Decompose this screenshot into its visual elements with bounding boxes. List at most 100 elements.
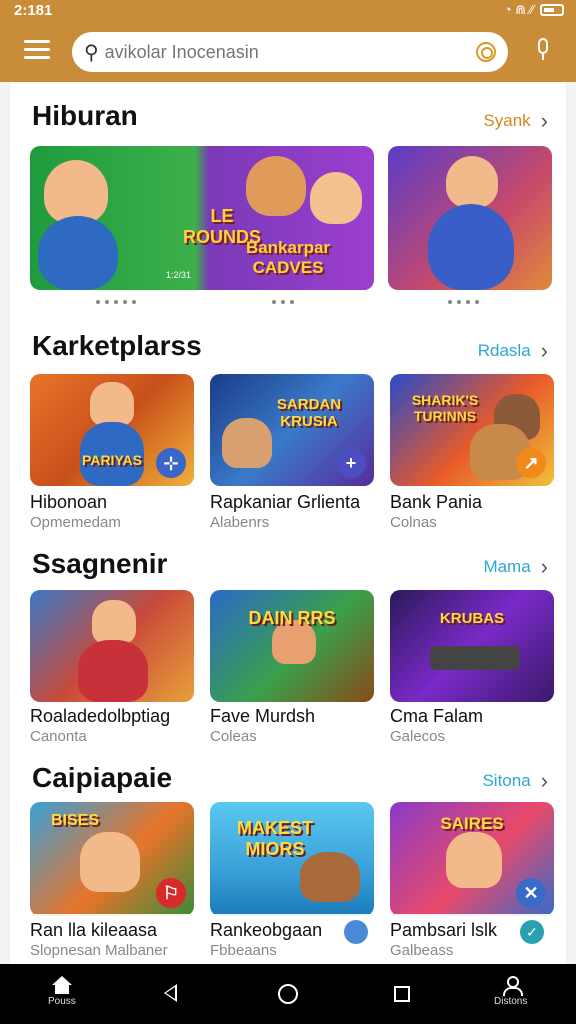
tile-campaign-2[interactable]: MAKEST MIORS (210, 802, 374, 916)
hero-art-subtitle: CADVES (252, 258, 324, 277)
tile-shop-1[interactable] (30, 590, 194, 702)
tile-subtitle: Fbbeaans (210, 942, 277, 959)
nav-system-home[interactable] (278, 984, 298, 1004)
tile-title[interactable]: Rankeobgaan (210, 920, 322, 941)
back-icon (164, 984, 177, 1002)
tile-badge-icon[interactable]: ✕ (516, 878, 546, 908)
tile-campaign-1[interactable]: BISES ⚐ (30, 802, 194, 916)
tile-subtitle: Slopnesan Malbaner (30, 942, 168, 959)
status-bar: 2:181 ◔ ⋒ ⁄⁄ (0, 0, 576, 22)
section-title-campaign: Caipiapaie (32, 762, 173, 793)
carousel-indicator (448, 300, 479, 304)
home-icon (51, 976, 73, 994)
tile-title[interactable]: Ran lla kileaasa (30, 920, 157, 941)
check-icon[interactable]: ✓ (520, 920, 544, 944)
tile-title[interactable]: Hibonoan (30, 492, 107, 513)
section-link-hiburan[interactable]: Syank › (483, 108, 548, 134)
section-link-marketplace[interactable]: Rdasla › (478, 338, 548, 364)
tile-subtitle: Galbeass (390, 942, 454, 959)
tile-art-title: BISES (50, 812, 99, 829)
character-face (80, 832, 140, 892)
tile-subtitle: Alabenrs (210, 514, 270, 531)
nav-home-label: Pouss (48, 996, 76, 1007)
nav-recents[interactable] (394, 986, 410, 1002)
tile-art-title: SAIRES (440, 814, 504, 833)
chat-bubble-icon[interactable] (344, 920, 368, 944)
section-link-shop[interactable]: Mama › (483, 554, 548, 580)
nav-profile[interactable]: Distons (494, 976, 527, 1007)
tile-badge-icon[interactable]: ⊹ (156, 448, 186, 478)
nav-profile-label: Distons (494, 996, 528, 1007)
character-face (310, 172, 362, 224)
section-title-hiburan: Hiburan (32, 100, 138, 131)
tile-shop-2[interactable]: DAIN RRS (210, 590, 374, 702)
tile-title[interactable]: Bank Pania (390, 492, 482, 513)
tile-title[interactable]: Fave Murdsh (210, 706, 315, 727)
tile-subtitle: Colnas (390, 514, 437, 531)
tile-subtitle: Coleas (210, 728, 257, 745)
tile-shop-3[interactable]: KRUBAS (390, 590, 554, 702)
chevron-right-icon: › (540, 108, 548, 133)
character-body (428, 204, 514, 290)
character-face (446, 156, 498, 208)
hero-banner-main[interactable]: LE ROUNDS Bankarpar CADVES 1:2/31 (30, 146, 374, 290)
circle-home-icon (278, 984, 298, 1004)
tile-title[interactable]: Cma Falam (390, 706, 483, 727)
tile-marketplace-1[interactable]: PARIYAS ⊹ (30, 374, 194, 486)
menu-icon-line (24, 48, 50, 51)
tile-subtitle: Galecos (390, 728, 446, 745)
tile-campaign-3[interactable]: SAIRES ✕ (390, 802, 554, 916)
battery-icon (540, 4, 564, 16)
carousel-indicator (272, 300, 294, 304)
status-time: 2:181 (14, 2, 53, 19)
character-body (38, 216, 118, 290)
profile-icon (502, 976, 523, 996)
hero-caption: 1:2/31 (166, 270, 192, 280)
tile-art-title: MAKEST MIORS (237, 818, 313, 859)
mic-button[interactable] (534, 38, 552, 64)
tile-subtitle: Canonta (30, 728, 87, 745)
menu-icon-line (24, 40, 50, 43)
tile-badge-icon[interactable]: + (336, 448, 366, 478)
character-body (78, 640, 148, 702)
mic-icon (538, 38, 548, 54)
character-face (92, 600, 136, 644)
tile-title[interactable]: Pambsari lslk (390, 920, 497, 941)
tile-art-title: SARDAN KRUSIA (276, 396, 342, 430)
bottom-navigation: Pouss Distons (0, 964, 576, 1024)
weapon-figure (430, 646, 520, 670)
recents-icon (394, 986, 410, 1002)
tile-badge-icon[interactable]: ↗ (516, 448, 546, 478)
chevron-right-icon: › (540, 554, 548, 579)
search-bar[interactable]: ⚲ (72, 32, 508, 72)
main-content: Hiburan Syank › LE ROUNDS Bankarpar CADV… (10, 82, 566, 964)
hero-art-title: Bankarpar (245, 238, 331, 257)
tile-marketplace-2[interactable]: SARDAN KRUSIA + (210, 374, 374, 486)
hero-banner-secondary[interactable] (388, 146, 552, 290)
signal-icon: ◔ ⋒ ⁄⁄ (503, 2, 534, 17)
search-icon: ⚲ (84, 41, 99, 64)
app-header: 2:181 ◔ ⋒ ⁄⁄ ⚲ (0, 0, 576, 82)
tile-art-title: KRUBAS (439, 610, 505, 627)
tile-subtitle: Opmemedam (30, 514, 121, 531)
tile-art-title: SHARIK'S TURINNS (411, 392, 479, 424)
nav-home[interactable]: Pouss (48, 976, 76, 1007)
tile-title[interactable]: Rapkaniar Grlienta (210, 492, 360, 513)
character-face (90, 382, 134, 426)
tile-title[interactable]: Roaladedolbptiag (30, 706, 170, 727)
status-icons: ◔ ⋒ ⁄⁄ (504, 2, 564, 18)
scan-icon[interactable] (476, 42, 496, 62)
tile-badge-icon[interactable]: ⚐ (156, 878, 186, 908)
nav-back[interactable] (164, 984, 177, 1002)
section-link-campaign[interactable]: Sitona › (482, 768, 548, 794)
tile-art-title: DAIN RRS (248, 608, 336, 628)
carousel-indicator (96, 300, 136, 304)
section-title-marketplace: Karketplarss (32, 330, 202, 361)
character-face (44, 160, 108, 224)
tile-marketplace-3[interactable]: SHARIK'S TURINNS ↗ (390, 374, 554, 486)
chevron-right-icon: › (540, 338, 548, 363)
chevron-right-icon: › (540, 768, 548, 793)
menu-button[interactable] (24, 40, 50, 62)
search-input[interactable] (104, 41, 476, 63)
menu-icon-line (24, 56, 50, 59)
